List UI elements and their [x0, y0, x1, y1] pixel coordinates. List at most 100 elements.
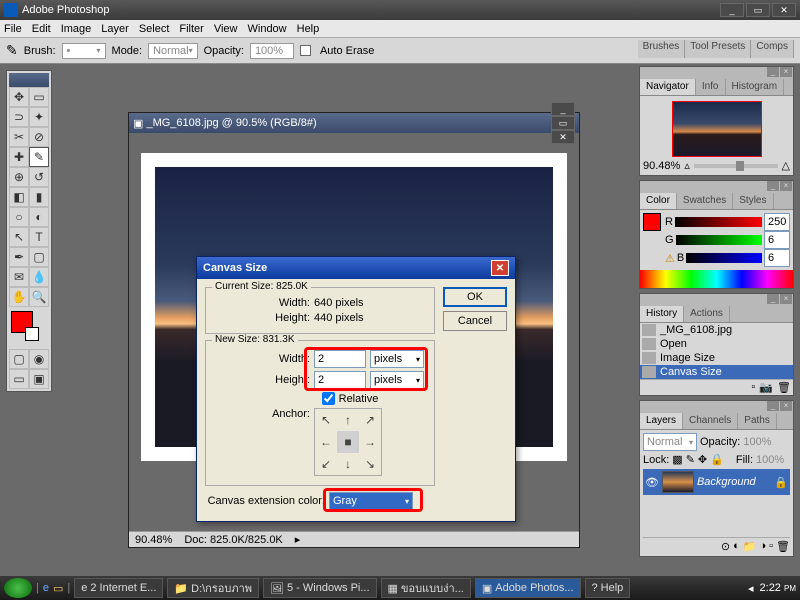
opacity-input[interactable]: 100%: [250, 43, 294, 59]
system-tray[interactable]: ◂ 2:22 PM: [748, 582, 796, 595]
pencil-tool[interactable]: ✎: [29, 147, 49, 167]
palette-tab-comps[interactable]: Comps: [751, 40, 794, 58]
b-slider[interactable]: [686, 253, 762, 263]
dialog-titlebar[interactable]: Canvas Size ✕: [197, 257, 515, 279]
task-help[interactable]: ?Help: [585, 578, 631, 598]
task-photoshop[interactable]: ▣Adobe Photos...: [475, 578, 581, 598]
tab-color[interactable]: Color: [640, 193, 677, 209]
palette-tab-brushes[interactable]: Brushes: [638, 40, 686, 58]
tab-layers[interactable]: Layers: [640, 413, 683, 429]
color-fg-swatch[interactable]: [643, 213, 661, 231]
relative-checkbox[interactable]: [322, 392, 335, 405]
tab-histogram[interactable]: Histogram: [726, 79, 785, 95]
menu-select[interactable]: Select: [139, 23, 170, 35]
g-input[interactable]: [764, 231, 790, 249]
stamp-tool[interactable]: ⊕: [9, 167, 29, 187]
slice-tool[interactable]: ⊘: [29, 127, 49, 147]
panel-min-icon[interactable]: _: [767, 294, 779, 304]
pen-tool[interactable]: ✒: [9, 247, 29, 267]
start-button[interactable]: [4, 578, 32, 598]
panel-min-icon[interactable]: _: [767, 67, 779, 77]
brush-picker[interactable]: •: [62, 43, 106, 59]
panel-close-icon[interactable]: ×: [780, 401, 792, 411]
new-layer-icon[interactable]: ▫: [769, 540, 773, 553]
tab-paths[interactable]: Paths: [738, 413, 777, 429]
doc-minimize-button[interactable]: _: [551, 102, 575, 116]
marquee-tool[interactable]: ▭: [29, 87, 49, 107]
quicklaunch-ie-icon[interactable]: e: [43, 582, 49, 594]
menu-edit[interactable]: Edit: [32, 23, 51, 35]
layer-opacity-input[interactable]: 100%: [743, 436, 777, 448]
ok-button[interactable]: OK: [443, 287, 507, 307]
tab-navigator[interactable]: Navigator: [640, 79, 696, 95]
notes-tool[interactable]: ✉: [9, 267, 29, 287]
adj-icon[interactable]: ◑: [759, 540, 766, 553]
doc-close-button[interactable]: ✕: [551, 130, 575, 144]
quicklaunch-explorer-icon[interactable]: ▭: [53, 582, 63, 595]
background-color-swatch[interactable]: [25, 327, 39, 341]
lock-move-icon[interactable]: ✥: [698, 453, 707, 466]
panel-min-icon[interactable]: _: [767, 401, 779, 411]
panel-close-icon[interactable]: ×: [780, 67, 792, 77]
autoerase-checkbox[interactable]: [300, 45, 311, 56]
blur-tool[interactable]: ○: [9, 207, 29, 227]
eyedropper-tool[interactable]: 💧: [29, 267, 49, 287]
menu-help[interactable]: Help: [297, 23, 320, 35]
b-input[interactable]: [764, 249, 790, 267]
clock[interactable]: 2:22 PM: [760, 582, 796, 594]
close-button[interactable]: ✕: [772, 3, 796, 17]
menu-window[interactable]: Window: [248, 23, 287, 35]
visibility-icon[interactable]: 👁: [645, 476, 659, 489]
screenmode2-button[interactable]: ▣: [29, 369, 49, 389]
history-step-canvassize[interactable]: Canvas Size: [640, 365, 793, 379]
trash-icon[interactable]: 🗑: [777, 381, 791, 394]
fill-input[interactable]: 100%: [756, 454, 790, 466]
layer-row-background[interactable]: 👁 Background 🔒: [643, 469, 790, 495]
layer-thumbnail[interactable]: [662, 471, 694, 493]
lasso-tool[interactable]: ⊃: [9, 107, 29, 127]
fx-icon[interactable]: ⊙: [721, 540, 730, 553]
menu-layer[interactable]: Layer: [101, 23, 129, 35]
nav-zoom-value[interactable]: 90.48%: [643, 160, 680, 172]
r-input[interactable]: [764, 213, 790, 231]
tab-info[interactable]: Info: [696, 79, 726, 95]
lock-paint-icon[interactable]: ✎: [686, 453, 695, 466]
panel-close-icon[interactable]: ×: [780, 181, 792, 191]
maximize-button[interactable]: ▭: [746, 3, 770, 17]
zoom-in-icon[interactable]: △: [782, 159, 790, 172]
menu-view[interactable]: View: [214, 23, 238, 35]
g-slider[interactable]: [676, 235, 762, 245]
toolbox-header[interactable]: [9, 73, 49, 87]
tab-actions[interactable]: Actions: [684, 306, 730, 322]
history-step-imagesize[interactable]: Image Size: [640, 351, 793, 365]
cancel-button[interactable]: Cancel: [443, 311, 507, 331]
type-tool[interactable]: T: [29, 227, 49, 247]
document-titlebar[interactable]: ▣ _MG_6108.jpg @ 90.5% (RGB/8#) _ ▭ ✕: [129, 113, 579, 133]
eraser-tool[interactable]: ◧: [9, 187, 29, 207]
palette-tab-toolpresets[interactable]: Tool Presets: [685, 40, 751, 58]
menu-filter[interactable]: Filter: [179, 23, 203, 35]
navigator-thumbnail[interactable]: [672, 101, 762, 157]
crop-tool[interactable]: ✂: [9, 127, 29, 147]
task-ie[interactable]: e2 Internet E...: [74, 578, 163, 598]
quickmask-off[interactable]: ▢: [9, 349, 29, 369]
tab-history[interactable]: History: [640, 306, 684, 322]
new-doc-icon[interactable]: ▫: [751, 381, 755, 394]
task-pictures[interactable]: 🖼5 - Windows Pi...: [263, 578, 377, 598]
tab-swatches[interactable]: Swatches: [677, 193, 733, 209]
history-step-open[interactable]: Open: [640, 337, 793, 351]
layer-name[interactable]: Background: [697, 476, 756, 488]
tab-styles[interactable]: Styles: [733, 193, 773, 209]
r-slider[interactable]: [675, 217, 762, 227]
task-thai[interactable]: ▦ขอบแบบง่า...: [381, 578, 471, 598]
hand-tool[interactable]: ✋: [9, 287, 29, 307]
screenmode-button[interactable]: ▭: [9, 369, 29, 389]
quickmask-on[interactable]: ◉: [29, 349, 49, 369]
dodge-tool[interactable]: ◐: [29, 207, 49, 227]
history-snapshot[interactable]: _MG_6108.jpg: [640, 323, 793, 337]
doc-info-arrow-icon[interactable]: ▸: [295, 533, 301, 546]
path-tool[interactable]: ↖: [9, 227, 29, 247]
doc-zoom[interactable]: 90.48%: [135, 534, 172, 546]
task-explorer[interactable]: 📁D:\กรอบภาพ: [167, 578, 259, 598]
zoom-slider[interactable]: [694, 164, 778, 168]
